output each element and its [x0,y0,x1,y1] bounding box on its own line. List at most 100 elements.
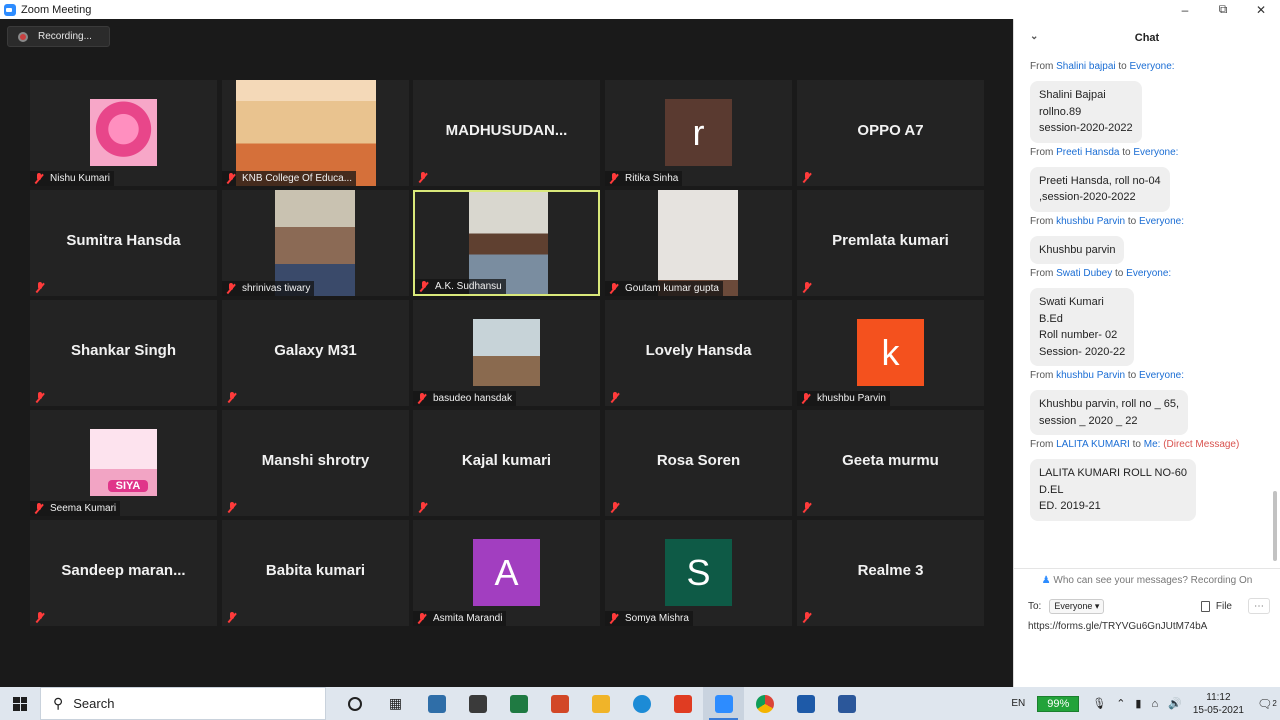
zoom-taskbar-icon[interactable] [703,687,744,720]
participant-name: Goutam kumar gupta [625,283,719,294]
participant-tile[interactable]: Shankar Singh [30,300,217,406]
participant-tile[interactable]: Babita kumari [222,520,409,626]
chat-message: From khushbu Parvin to Everyone: Khushbu … [1014,370,1272,435]
participant-tile[interactable]: Sandeep maran... [30,520,217,626]
participant-tile[interactable]: Sumitra Hansda [30,190,217,296]
chevron-up-icon[interactable]: ⌃ [1116,697,1125,710]
direct-message-tag: (Direct Message) [1160,439,1240,450]
file-label: File [1215,600,1232,612]
microphone-icon[interactable]: 🎙 [1092,697,1106,710]
start-button[interactable] [0,687,40,720]
presentation-app-icon[interactable] [539,687,580,720]
recipient-select[interactable]: Everyone ▾ [1049,598,1105,614]
chevron-down-icon[interactable]: ⌄ [1030,31,1038,42]
maximize-button[interactable]: ⧉ [1204,0,1242,19]
sender-name[interactable]: khushbu Parvin [1056,216,1125,227]
recipient-name[interactable]: Everyone: [1130,61,1175,72]
participant-tile[interactable]: OPPO A7 [797,80,984,186]
participant-tile[interactable]: basudeo hansdak [413,300,600,406]
participant-tile[interactable]: MADHUSUDAN... [413,80,600,186]
chat-input[interactable]: https://forms.gle/TRYVGu6GnJUtM74bA [1028,621,1268,632]
participant-tile[interactable]: Realme 3 [797,520,984,626]
message-bubble[interactable]: Preeti Hansda, roll no-04 ,session-2020-… [1030,166,1170,212]
sender-name[interactable]: khushbu Parvin [1056,370,1125,381]
participant-tile[interactable]: A Asmita Marandi [413,520,600,626]
participant-tile[interactable]: Rosa Soren [605,410,792,516]
close-button[interactable]: ✕ [1242,0,1280,19]
volume-icon[interactable]: 🔊 [1168,697,1182,710]
wifi-icon[interactable]: ⌂ [1151,698,1158,710]
participant-nametag: Seema Kumari [30,501,121,516]
muted-mic-icon [610,502,620,513]
participant-nametag: Goutam kumar gupta [605,281,723,296]
recording-indicator[interactable]: Recording... [7,26,110,47]
message-bubble[interactable]: Swati Kumari B.Ed Roll number- 02 Sessio… [1030,288,1135,366]
photos-icon[interactable] [785,687,826,720]
muted-mic-icon [802,282,812,293]
initial-avatar: S [665,539,732,606]
message-bubble[interactable]: LALITA KUMARI ROLL NO-60 D.EL ED. 2019-2… [1030,459,1196,521]
participant-tile[interactable]: SIYA Seema Kumari [30,410,217,516]
file-button[interactable]: File [1200,600,1232,612]
sender-name[interactable]: Preeti Hansda [1056,147,1119,158]
minimize-button[interactable]: – [1166,0,1204,19]
office-icon[interactable] [662,687,703,720]
window-controls: – ⧉ ✕ [1166,0,1280,19]
message-bubble[interactable]: Khushbu parvin [1030,235,1125,264]
participant-tile[interactable]: Nishu Kumari [30,80,217,186]
edge-icon[interactable] [621,687,662,720]
sender-name[interactable]: LALITA KUMARI [1056,439,1130,450]
scroll-thumb[interactable] [1273,491,1277,561]
participant-tile[interactable]: S Somya Mishra [605,520,792,626]
compose-toolbar: To: Everyone ▾ File ⋯ [1028,597,1270,615]
message-bubble[interactable]: Shalini Bajpai rollno.89 session-2020-20… [1030,81,1142,143]
recipient-name[interactable]: Everyone: [1126,268,1171,279]
participant-tile[interactable]: shrinivas tiwary [222,190,409,296]
participant-tile[interactable]: Kajal kumari [413,410,600,516]
word-icon[interactable] [826,687,867,720]
recipient-name[interactable]: Everyone: [1139,370,1184,381]
taskbar-search[interactable]: ⚲ Search [40,687,326,720]
participant-tile[interactable]: A.K. Sudhansu [413,190,600,296]
participant-tile[interactable]: KNB College Of Educa... [222,80,409,186]
clock[interactable]: 11:12 15-05-2021 [1193,691,1244,717]
more-options-button[interactable]: ⋯ [1248,598,1270,614]
recipient-name[interactable]: Everyone: [1139,216,1184,227]
participant-tile[interactable]: k khushbu Parvin [797,300,984,406]
task-view-icon[interactable]: ▦ [375,687,416,720]
excel-icon[interactable] [498,687,539,720]
muted-mic-icon [35,612,45,623]
cortana-icon[interactable] [334,687,375,720]
participant-tile[interactable]: Manshi shrotry [222,410,409,516]
chrome-icon[interactable] [744,687,785,720]
participant-tile[interactable]: Galaxy M31 [222,300,409,406]
network-icon[interactable]: ▮ [1135,697,1141,710]
recipient-name[interactable]: Me: [1144,439,1161,450]
participant-tile[interactable]: Premlata kumari [797,190,984,296]
participant-tile[interactable]: Geeta murmu [797,410,984,516]
chat-message: From khushbu Parvin to Everyone: Khushbu … [1014,216,1272,264]
meeting-area: Recording... Nishu Kumari KNB College Of … [0,19,1013,687]
store-icon[interactable] [457,687,498,720]
participant-display-name: MADHUSUDAN... [445,122,568,139]
participant-display-name: Manshi shrotry [261,452,370,469]
notification-count: 2 [1272,699,1277,708]
participant-tile[interactable]: Goutam kumar gupta [605,190,792,296]
sender-name[interactable]: Shalini bajpai [1056,61,1116,72]
file-explorer-icon[interactable] [580,687,621,720]
app-icon-1[interactable] [416,687,457,720]
message-bubble[interactable]: Khushbu parvin, roll no _ 65, session _ … [1030,390,1189,435]
privacy-note[interactable]: ♟ Who can see your messages? Recording O… [1014,568,1280,586]
recipient-name[interactable]: Everyone: [1133,147,1178,158]
notification-icon[interactable]: 🗨 2 [1254,687,1280,720]
participant-tile[interactable]: r Ritika Sinha [605,80,792,186]
participant-display-name: Kajal kumari [461,452,552,469]
language-indicator[interactable]: EN [1011,698,1025,709]
battery-indicator[interactable]: 99% [1037,695,1080,712]
participant-display-name: Galaxy M31 [274,342,357,359]
participant-tile[interactable]: Lovely Hansda [605,300,792,406]
sender-name[interactable]: Swati Dubey [1056,268,1112,279]
participant-name: shrinivas tiwary [242,283,311,294]
participant-nametag: KNB College Of Educa... [222,171,357,186]
chat-scrollbar[interactable] [1272,59,1277,563]
